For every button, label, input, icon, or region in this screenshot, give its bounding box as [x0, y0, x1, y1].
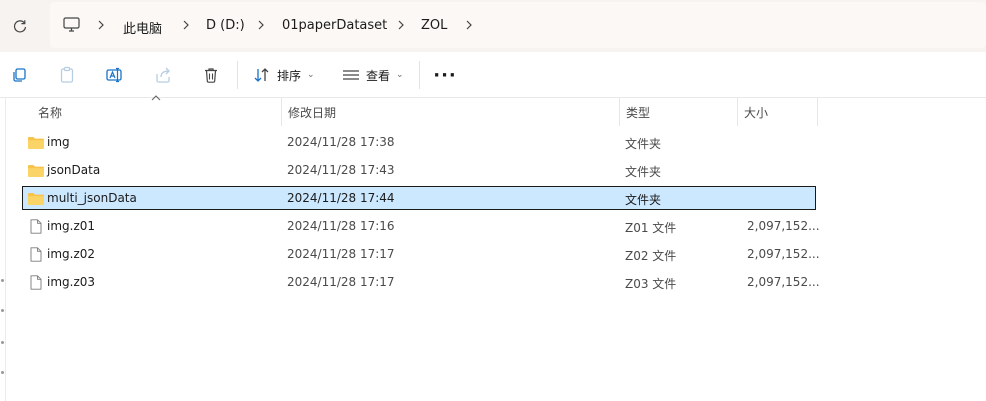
breadcrumb-item-this-pc[interactable]: 此电脑 [123, 18, 162, 37]
column-modified-label: 修改日期 [288, 105, 337, 120]
column-size[interactable]: 大小 [738, 98, 818, 126]
file-name: multi_jsonData [47, 191, 137, 205]
address-row: 此电脑 D (D:) 01paperDataset ZOL [0, 0, 986, 52]
chevron-right-icon[interactable] [396, 17, 406, 33]
file-name: img.z03 [47, 275, 96, 289]
copy-button[interactable] [9, 65, 29, 85]
column-name[interactable]: 名称 [32, 98, 282, 126]
share-icon [156, 67, 170, 83]
file-type: 文件夹 [625, 193, 662, 207]
file-size: 2,097,152... [747, 219, 820, 233]
breadcrumb-item-drive-d[interactable]: D (D:) [206, 18, 245, 33]
column-header: 名称 修改日期 类型 大小 [20, 95, 820, 126]
file-row[interactable]: img.z02 2024/11/28 17:17 Z02 文件 2,097,152..… [22, 242, 820, 266]
file-type: 文件夹 [625, 165, 662, 179]
trash-icon [205, 68, 217, 83]
file-name: jsonData [47, 163, 101, 177]
folder-icon [27, 191, 45, 206]
chevron-right-icon[interactable] [181, 17, 191, 33]
delete-button[interactable] [201, 65, 221, 85]
file-name: img.z02 [47, 247, 96, 261]
file-icon [27, 247, 45, 262]
rename-icon [106, 67, 122, 83]
column-type-label: 类型 [626, 105, 651, 120]
chevron-right-icon[interactable] [256, 17, 266, 33]
file-size: 2,097,152... [747, 247, 820, 261]
file-modified-date: 2024/11/28 17:17 [287, 275, 395, 289]
file-row[interactable]: img.z03 2024/11/28 17:17 Z03 文件 2,097,152..… [22, 270, 820, 294]
file-modified-date: 2024/11/28 17:17 [287, 247, 395, 261]
refresh-button[interactable] [8, 14, 32, 38]
column-type[interactable]: 类型 [620, 98, 738, 126]
this-pc-icon[interactable] [62, 16, 82, 34]
file-type: 文件夹 [625, 137, 662, 151]
file-modified-date: 2024/11/28 17:44 [287, 191, 395, 205]
column-name-label: 名称 [38, 105, 63, 120]
file-size: 2,097,152... [747, 275, 820, 289]
chevron-right-icon[interactable] [464, 17, 474, 33]
file-modified-date: 2024/11/28 17:43 [287, 163, 395, 177]
file-row[interactable]: img 2024/11/28 17:38 文件夹 [22, 130, 816, 154]
folder-icon [27, 163, 45, 178]
chevron-down-icon: ⌄ [307, 70, 315, 80]
view-list-icon [343, 70, 359, 80]
more-options-button[interactable]: ··· [432, 64, 458, 86]
file-type: Z01 文件 [625, 221, 677, 235]
chevron-down-icon: ⌄ [396, 70, 404, 80]
breadcrumb-item-01paperdataset[interactable]: 01paperDataset [282, 18, 387, 33]
command-toolbar: 排序 ⌄ 查看 ⌄ ··· [0, 52, 986, 98]
file-type: Z02 文件 [625, 249, 677, 263]
view-menu-button[interactable]: 查看 ⌄ [342, 64, 404, 86]
file-icon [27, 219, 45, 234]
rename-button[interactable] [105, 65, 125, 85]
navigation-pane-edge[interactable] [0, 98, 6, 401]
column-modified[interactable]: 修改日期 [282, 98, 620, 126]
view-label: 查看 [366, 68, 391, 83]
file-name: img [47, 135, 70, 149]
file-modified-date: 2024/11/28 17:16 [287, 219, 395, 233]
file-type: Z03 文件 [625, 277, 677, 291]
toolbar-divider [419, 61, 420, 89]
sort-icon [254, 68, 269, 82]
paste-icon [60, 66, 74, 83]
toolbar-divider [237, 61, 238, 89]
file-row[interactable]: jsonData 2024/11/28 17:43 文件夹 [22, 158, 816, 182]
file-row[interactable]: multi_jsonData 2024/11/28 17:44 文件夹 [22, 186, 816, 210]
breadcrumb[interactable]: 此电脑 D (D:) 01paperDataset ZOL [50, 2, 986, 48]
file-name: img.z01 [47, 219, 96, 233]
share-button[interactable] [153, 65, 173, 85]
file-modified-date: 2024/11/28 17:38 [287, 135, 395, 149]
column-size-label: 大小 [744, 105, 769, 120]
file-icon [27, 275, 45, 290]
sort-menu-button[interactable]: 排序 ⌄ [253, 64, 315, 86]
refresh-icon [13, 20, 27, 33]
file-row[interactable]: img.z01 2024/11/28 17:16 Z01 文件 2,097,152..… [22, 214, 820, 238]
paste-button[interactable] [57, 65, 77, 85]
chevron-right-icon[interactable] [96, 17, 106, 33]
folder-icon [27, 135, 45, 150]
more-icon: ··· [433, 64, 457, 86]
breadcrumb-item-zol[interactable]: ZOL [421, 18, 447, 33]
sort-label: 排序 [277, 68, 302, 83]
copy-icon [13, 68, 26, 82]
